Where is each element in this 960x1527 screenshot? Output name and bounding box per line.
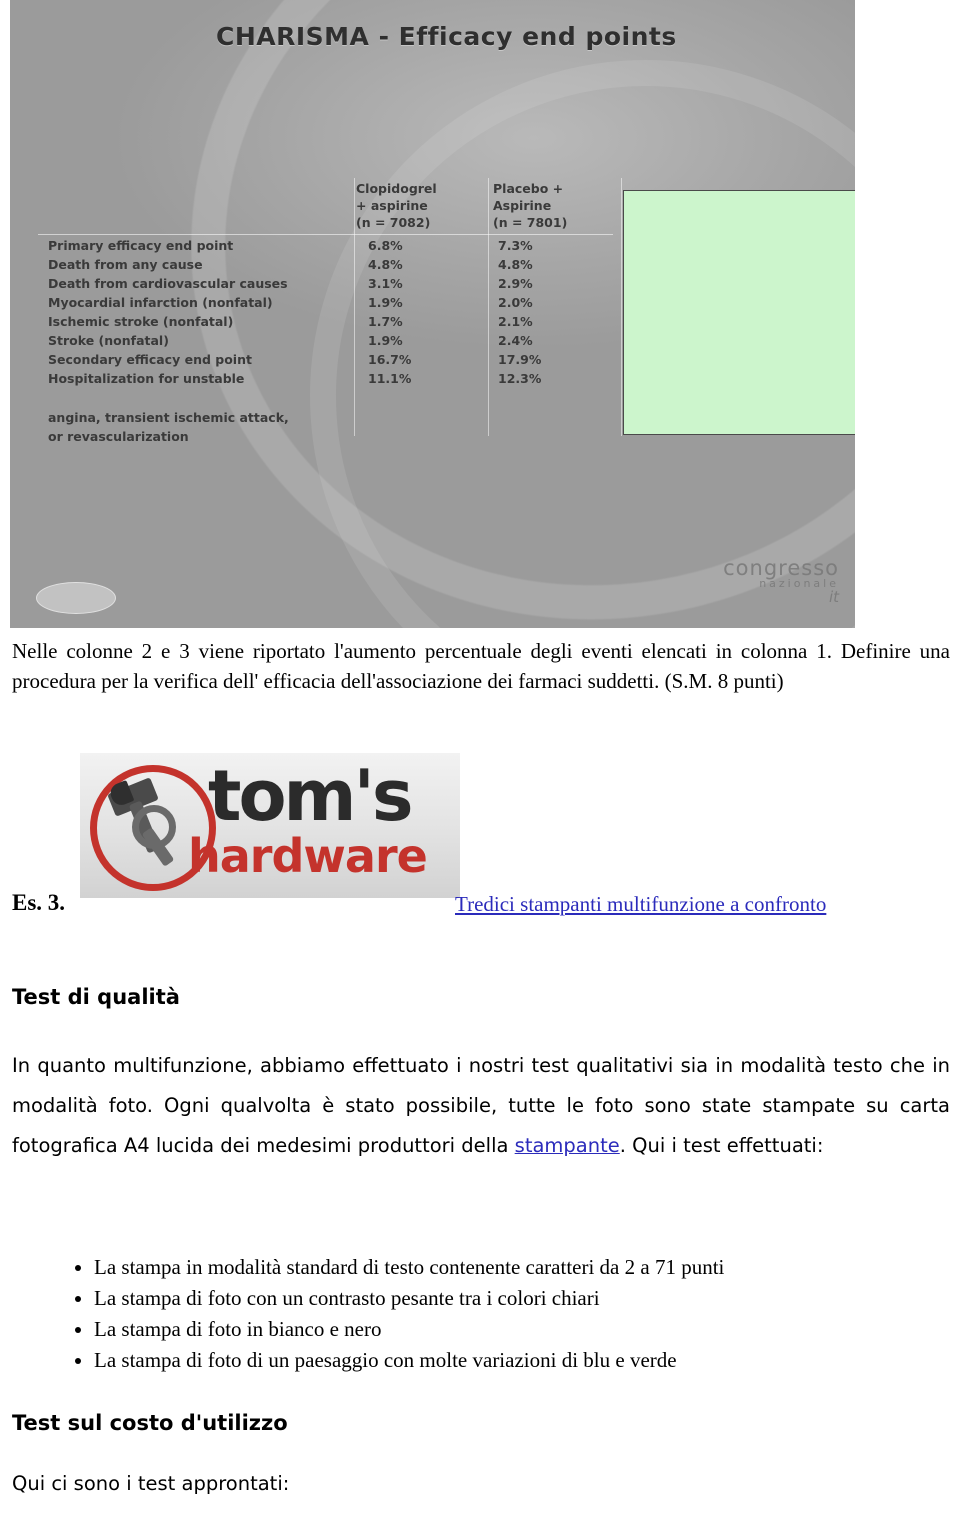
row-value-col1: 1.9%	[368, 333, 403, 348]
list-item: La stampa di foto con un contrasto pesan…	[94, 1283, 960, 1314]
exercise-label: Es. 3.	[12, 890, 66, 915]
row-label: Myocardial infarction (nonfatal)	[48, 295, 273, 310]
logo-word-toms: tom's	[208, 755, 414, 837]
list-item: La stampa di foto di un paesaggio con mo…	[94, 1345, 960, 1376]
row-value-col2: 12.3%	[498, 371, 542, 386]
row-label: Hospitalization for unstable	[48, 371, 245, 386]
table-row: Myocardial infarction (nonfatal) 1.9% 2.…	[38, 293, 838, 312]
row-value-col2: 2.1%	[498, 314, 533, 329]
slide-corner-logo	[36, 582, 116, 614]
col2-line2: Aspirine	[493, 198, 552, 213]
row-label: Secondary efficacy end point	[48, 352, 252, 367]
table-row: Secondary efficacy end point 16.7% 17.9%	[38, 350, 838, 369]
col2-line1: Placebo +	[493, 181, 564, 196]
quality-tests-list: La stampa in modalità standard di testo …	[58, 1252, 960, 1376]
row-value-col2: 7.3%	[498, 238, 533, 253]
row-label: Primary efficacy end point	[48, 238, 234, 253]
row-value-col2: 17.9%	[498, 352, 542, 367]
table-header-col2: Placebo + Aspirine (n = 7801)	[493, 180, 567, 231]
row-value-col2: 2.9%	[498, 276, 533, 291]
paragraph-quality-intro: In quanto multifunzione, abbiamo effettu…	[12, 1046, 950, 1166]
slide-image: CHARISMA - Efficacy end points Clopidogr…	[10, 0, 855, 628]
row-value-col2: 2.0%	[498, 295, 533, 310]
table-header: Clopidogrel + aspirine (n = 7082) Placeb…	[38, 178, 838, 234]
table-wrap-line-1: angina, transient ischemic attack,	[48, 410, 289, 425]
wrench-icon	[132, 805, 190, 867]
row-value-col1: 6.8%	[368, 238, 403, 253]
row-value-col1: 3.1%	[368, 276, 403, 291]
col1-line2: + aspirine	[356, 198, 428, 213]
row-value-col1: 1.9%	[368, 295, 403, 310]
table-row: Ischemic stroke (nonfatal) 1.7% 2.1%	[38, 312, 838, 331]
toms-hardware-logo: tom's hardware	[80, 753, 460, 898]
table-row: Death from any cause 4.8% 4.8%	[38, 255, 838, 274]
efficacy-endpoints-table: Clopidogrel + aspirine (n = 7082) Placeb…	[38, 178, 855, 444]
table-header-col1: Clopidogrel + aspirine (n = 7082)	[356, 180, 437, 231]
table-row: Stroke (nonfatal) 1.9% 2.4%	[38, 331, 838, 350]
paragraph-closing: Qui ci sono i test approntati:	[12, 1472, 290, 1495]
toms-hardware-article-link[interactable]: Tredici stampanti multifunzione a confro…	[455, 892, 826, 917]
section-heading-quality: Test di qualità	[12, 985, 180, 1009]
row-value-col1: 16.7%	[368, 352, 412, 367]
table-row: Death from cardiovascular causes 3.1% 2.…	[38, 274, 838, 293]
congress-watermark: congresso nazionale it	[723, 556, 839, 606]
table-rule-top	[38, 234, 613, 235]
row-value-col2: 2.4%	[498, 333, 533, 348]
row-value-col2: 4.8%	[498, 257, 533, 272]
col1-line3: (n = 7082)	[356, 215, 431, 230]
row-label: Ischemic stroke (nonfatal)	[48, 314, 234, 329]
row-value-col1: 11.1%	[368, 371, 412, 386]
section-heading-cost: Test sul costo d'utilizzo	[12, 1411, 288, 1435]
stampante-link[interactable]: stampante	[515, 1134, 620, 1157]
row-value-col1: 1.7%	[368, 314, 403, 329]
row-value-col1: 4.8%	[368, 257, 403, 272]
col1-line1: Clopidogrel	[356, 181, 437, 196]
table-wrap-line-2: or revascularization	[48, 429, 189, 444]
row-label: Death from cardiovascular causes	[48, 276, 288, 291]
table-row: Hospitalization for unstable 11.1% 12.3%	[38, 369, 838, 388]
table-body: Primary efficacy end point 6.8% 7.3% Dea…	[38, 236, 838, 388]
list-item: La stampa di foto in bianco e nero	[94, 1314, 960, 1345]
list-item: La stampa in modalità standard di testo …	[94, 1252, 960, 1283]
watermark-line-3: it	[828, 588, 839, 606]
table-row: Primary efficacy end point 6.8% 7.3%	[38, 236, 838, 255]
row-label: Death from any cause	[48, 257, 203, 272]
slide-title: CHARISMA - Efficacy end points	[216, 22, 677, 51]
logo-word-hardware: hardware	[188, 829, 428, 883]
row-label: Stroke (nonfatal)	[48, 333, 169, 348]
paragraph-intro: Nelle colonne 2 e 3 viene riportato l'au…	[12, 639, 950, 693]
intro-text-part-2: . Qui i test effettuati:	[619, 1134, 824, 1157]
col2-line3: (n = 7801)	[493, 215, 568, 230]
